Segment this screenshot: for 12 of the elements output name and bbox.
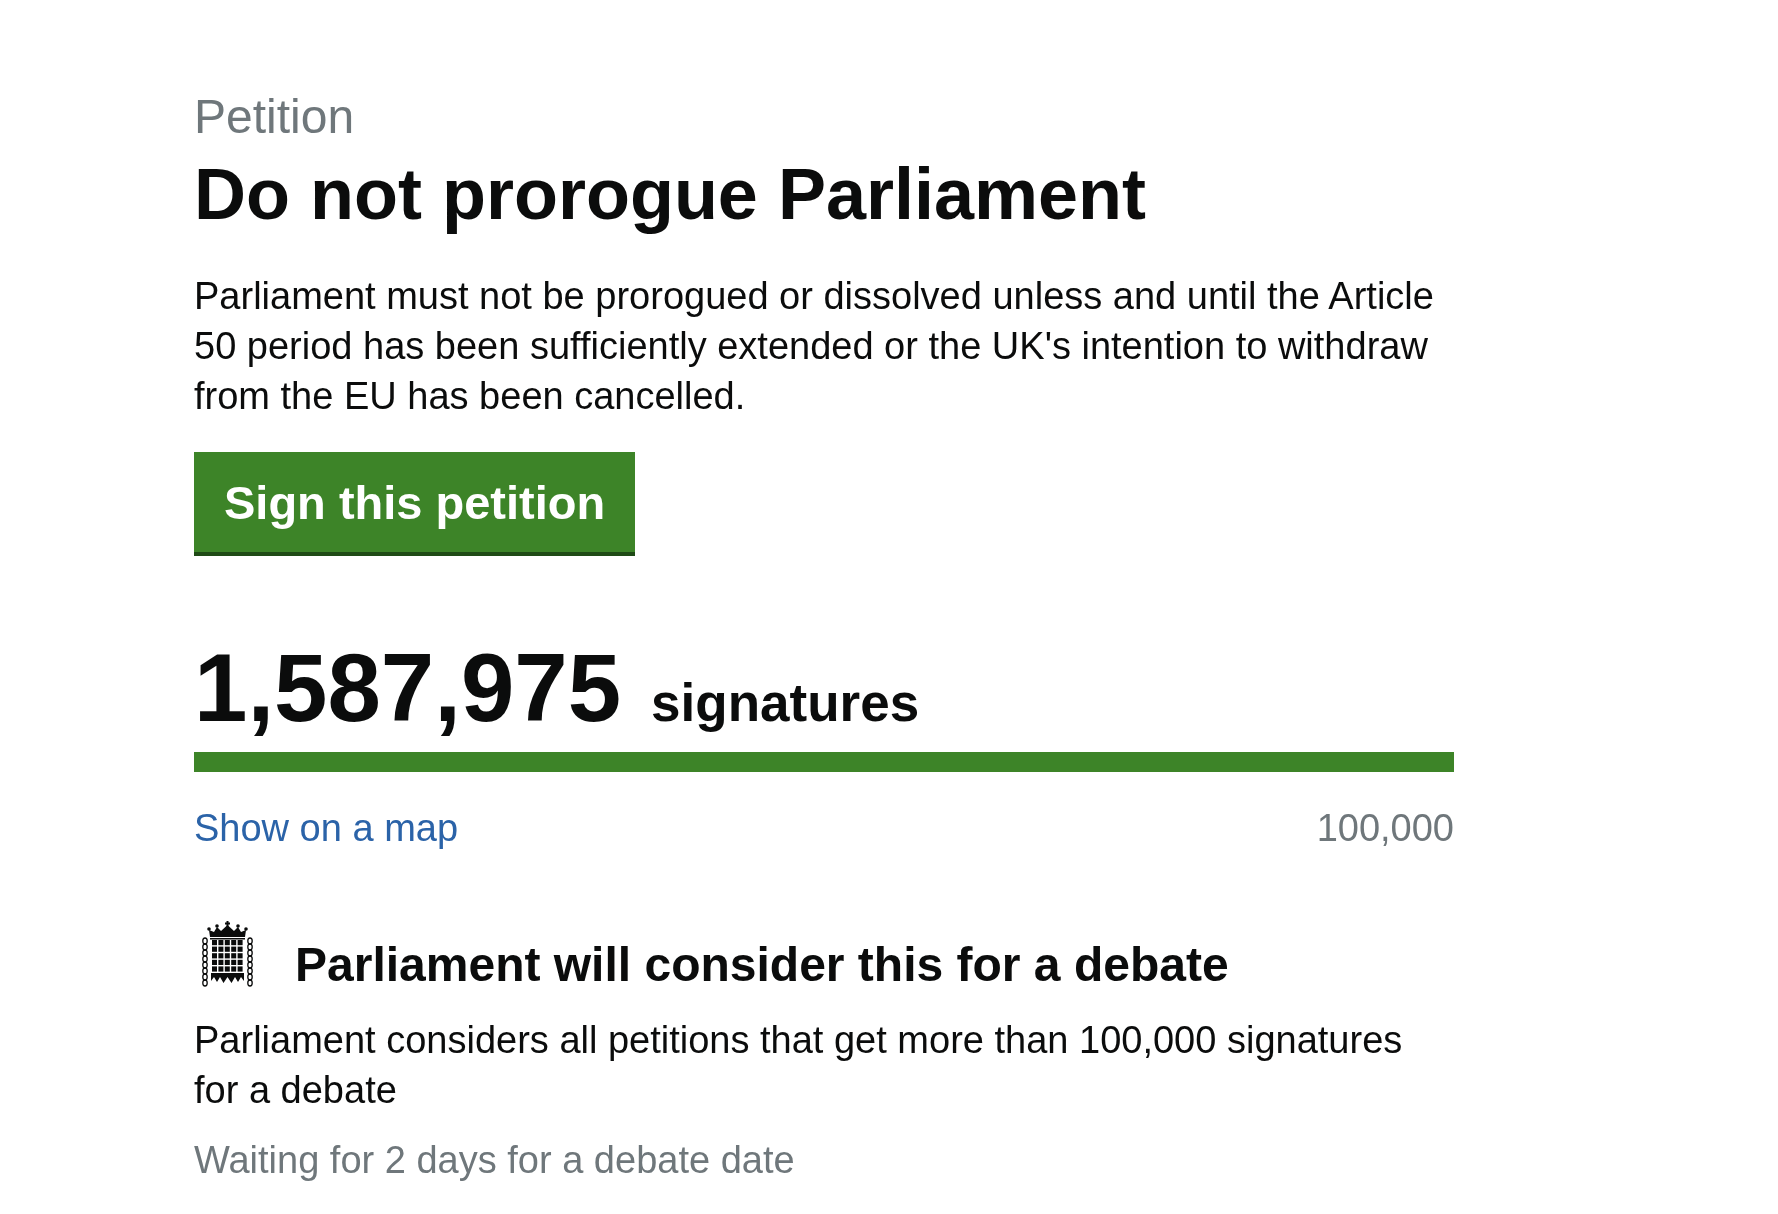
signatures-label: signatures bbox=[651, 672, 920, 733]
petition-title: Do not prorogue Parliament bbox=[194, 155, 1147, 234]
portcullis-icon bbox=[201, 921, 254, 987]
signature-count: 1,587,975 bbox=[194, 640, 622, 736]
show-on-map-link[interactable]: Show on a map bbox=[194, 803, 459, 853]
sign-petition-button[interactable]: Sign this petition bbox=[194, 452, 636, 556]
petition-description: Parliament must not be prorogued or dissolved unless and until the Article 50 period has been sufficiently extended or the UK's intention to withdraw from the EU has been cancelled. bbox=[194, 274, 1435, 419]
debate-status: Waiting for 2 days for a debate date bbox=[194, 1138, 796, 1183]
debate-description: Parliament considers all petitions that get more than 100,000 signatures for a debate bbox=[194, 1018, 1404, 1113]
page-caption: Petition bbox=[194, 89, 355, 144]
debate-heading: Parliament will consider this for a debate bbox=[295, 937, 1229, 993]
signature-threshold: 100,000 bbox=[1316, 806, 1454, 851]
